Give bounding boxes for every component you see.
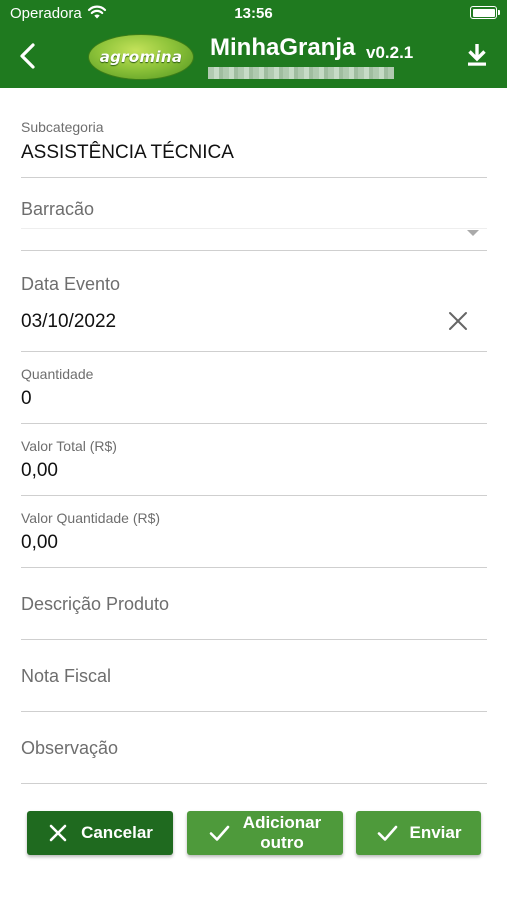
valor-total-field[interactable]: Valor Total (R$) 0,00 xyxy=(21,424,487,496)
app-version: v0.2.1 xyxy=(366,43,414,62)
nota-fiscal-field[interactable]: Nota Fiscal xyxy=(21,640,487,712)
app-header: agromina MinhaGranja v0.2.1 xyxy=(0,26,507,88)
dropdown-arrow-icon xyxy=(467,230,479,236)
battery-icon xyxy=(470,6,500,19)
observacao-placeholder: Observação xyxy=(21,738,119,758)
back-button[interactable] xyxy=(14,40,44,72)
send-button-label: Enviar xyxy=(409,823,462,842)
add-another-button[interactable]: Adicionar outro xyxy=(187,811,343,855)
descricao-produto-placeholder: Descrição Produto xyxy=(21,594,170,614)
data-evento-value: 03/10/2022 xyxy=(21,311,117,332)
clear-x-icon xyxy=(449,312,467,330)
send-button[interactable]: Enviar xyxy=(356,811,481,855)
subcategoria-label: Subcategoria xyxy=(21,119,104,135)
close-icon xyxy=(49,824,67,842)
valor-quantidade-field[interactable]: Valor Quantidade (R$) 0,00 xyxy=(21,496,487,568)
cancel-button-label: Cancelar xyxy=(81,823,153,842)
quantidade-value: 0 xyxy=(21,388,32,409)
back-arrow-icon xyxy=(20,43,35,69)
add-another-button-label: Adicionar outro xyxy=(242,813,322,852)
subcategoria-field[interactable]: Subcategoria ASSISTÊNCIA TÉCNICA xyxy=(21,88,487,178)
observacao-field[interactable]: Observação xyxy=(21,712,487,784)
quantidade-label: Quantidade xyxy=(21,366,94,382)
check-icon xyxy=(377,825,397,841)
descricao-produto-field[interactable]: Descrição Produto xyxy=(21,568,487,640)
nota-fiscal-placeholder: Nota Fiscal xyxy=(21,666,112,686)
app-title: MinhaGranja xyxy=(210,34,356,61)
download-icon xyxy=(468,44,486,66)
select-divider xyxy=(21,228,487,229)
blurred-subtitle xyxy=(208,67,394,79)
logo-text: agromina xyxy=(99,48,183,66)
subcategoria-value: ASSISTÊNCIA TÉCNICA xyxy=(21,142,234,163)
data-evento-label: Data Evento xyxy=(21,274,121,294)
check-icon xyxy=(209,825,230,841)
quantidade-field[interactable]: Quantidade 0 xyxy=(21,352,487,424)
valor-total-label: Valor Total (R$) xyxy=(21,438,117,454)
clear-date-button[interactable] xyxy=(447,310,469,332)
valor-total-value: 0,00 xyxy=(21,460,58,481)
barracao-select[interactable]: Barracão xyxy=(21,178,487,251)
valor-quantidade-value: 0,00 xyxy=(21,532,58,553)
status-time: 13:56 xyxy=(234,5,273,22)
barracao-placeholder: Barracão xyxy=(21,199,95,219)
agromina-logo: agromina xyxy=(88,34,194,80)
status-bar: Operadora 13:56 xyxy=(0,0,507,26)
data-evento-field[interactable]: Data Evento 03/10/2022 xyxy=(21,251,487,352)
cancel-button[interactable]: Cancelar xyxy=(27,811,173,855)
valor-quantidade-label: Valor Quantidade (R$) xyxy=(21,510,161,526)
download-button[interactable] xyxy=(465,42,489,68)
